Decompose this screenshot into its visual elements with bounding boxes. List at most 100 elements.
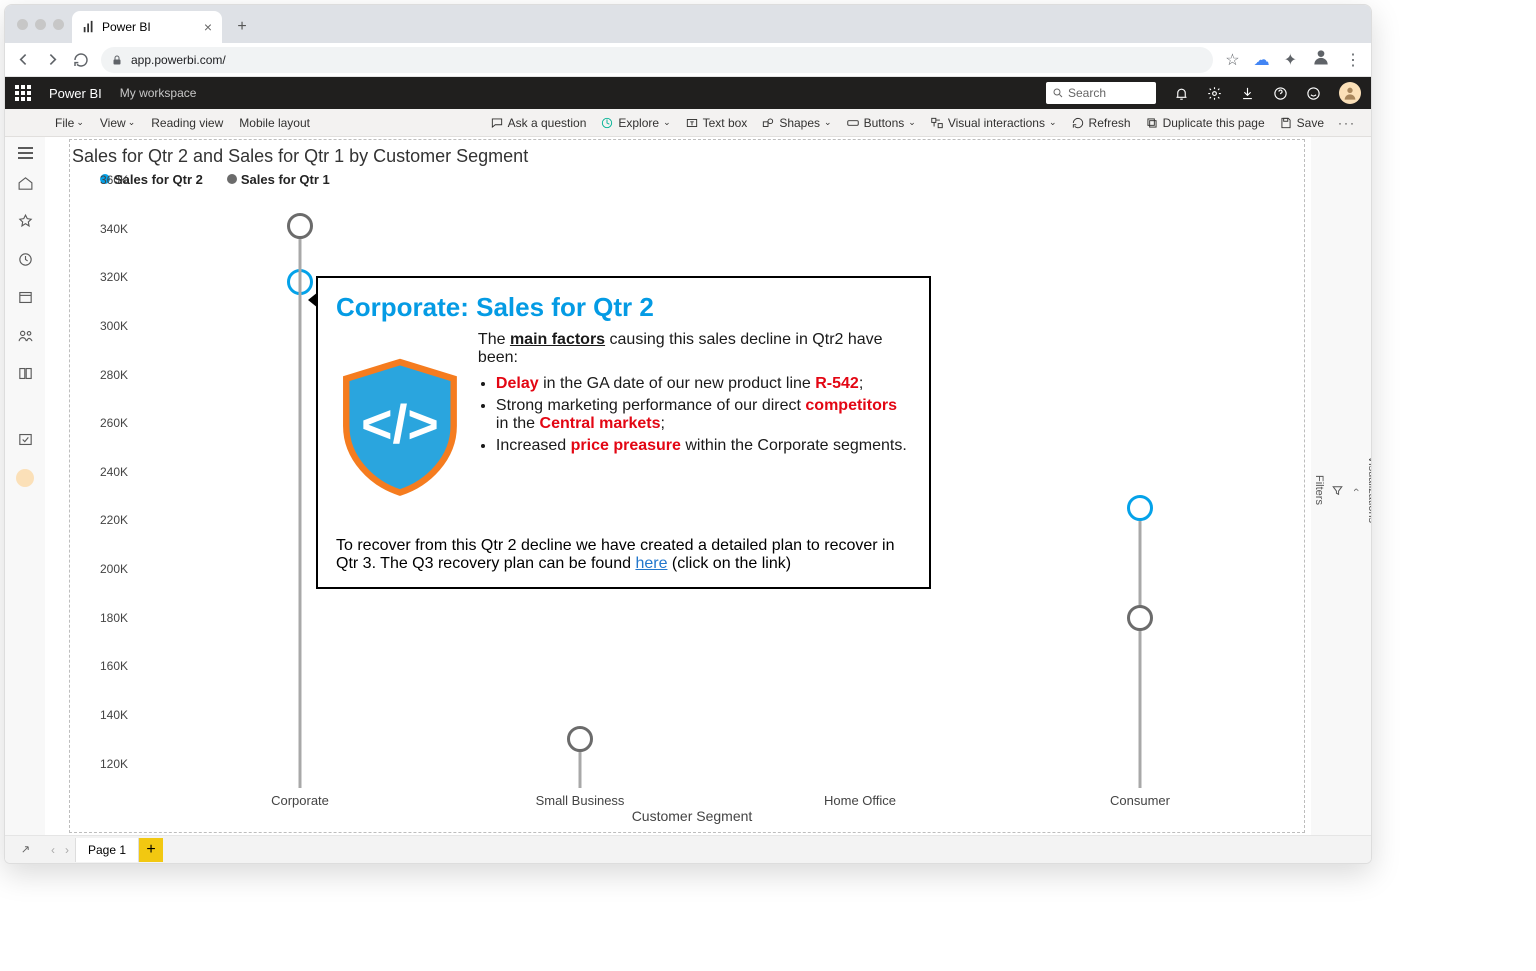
address-bar[interactable]: app.powerbi.com/ (101, 47, 1213, 73)
ask-question-button[interactable]: Ask a question (485, 114, 592, 132)
marker-stem (299, 226, 302, 788)
y-tick: 180K (100, 611, 128, 625)
star-icon[interactable]: ☆ (1225, 50, 1239, 70)
url-text: app.powerbi.com/ (131, 53, 226, 67)
browser-ext-icons: ☆ ☁ ✦ ⋮ (1225, 47, 1361, 72)
y-tick: 220K (100, 513, 128, 527)
close-icon[interactable]: × (204, 19, 212, 35)
visual-interactions-button[interactable]: Visual interactions ⌄ (925, 114, 1062, 132)
refresh-button[interactable]: Refresh (1066, 114, 1136, 132)
chart-title: Sales for Qtr 2 and Sales for Qtr 1 by C… (70, 140, 1304, 169)
y-tick: 120K (100, 757, 128, 771)
browser-toolbar: app.powerbi.com/ ☆ ☁ ✦ ⋮ (5, 43, 1371, 77)
home-icon[interactable] (17, 175, 34, 197)
tooltip-title: Corporate: Sales for Qtr 2 (336, 292, 911, 323)
y-tick: 160K (100, 659, 128, 673)
search-placeholder: Search (1068, 86, 1106, 100)
reload-button[interactable] (73, 52, 89, 68)
y-tick: 360K (100, 173, 128, 187)
mobile-layout[interactable]: Mobile layout (233, 114, 316, 132)
visualizations-panel[interactable]: ‹Visualizations (1364, 145, 1372, 835)
y-tick: 300K (100, 319, 128, 333)
settings-icon[interactable] (1207, 86, 1222, 101)
notifications-icon[interactable] (1174, 86, 1189, 101)
reading-view[interactable]: Reading view (145, 114, 229, 132)
recent-icon[interactable] (17, 251, 34, 273)
recovery-plan-link[interactable]: here (635, 555, 667, 572)
explore-button[interactable]: Explore ⌄ (595, 114, 675, 132)
tooltip-text: The main factors causing this sales decl… (478, 331, 911, 521)
page-nav[interactable]: ‹› (45, 843, 75, 857)
y-tick: 280K (100, 368, 128, 382)
duplicate-page-button[interactable]: Duplicate this page (1140, 114, 1270, 132)
shield-icon: </> (336, 331, 464, 521)
help-icon[interactable] (1273, 86, 1288, 101)
visual-container[interactable]: Sales for Qtr 2 and Sales for Qtr 1 by C… (69, 139, 1305, 833)
buttons-button[interactable]: Buttons ⌄ (841, 114, 921, 132)
y-tick: 240K (100, 465, 128, 479)
profile-icon[interactable] (1311, 47, 1331, 72)
search-input[interactable]: Search (1046, 82, 1156, 104)
tooltip-footer: To recover from this Qtr 2 decline we ha… (336, 537, 911, 573)
favorites-icon[interactable] (17, 213, 34, 235)
save-button[interactable]: Save (1274, 114, 1329, 132)
browser-tab-active[interactable]: Power BI × (72, 11, 222, 43)
y-tick: 340K (100, 222, 128, 236)
marker-qtr1[interactable] (1127, 605, 1153, 631)
pbi-top-bar: Power BI My workspace Search (5, 77, 1371, 109)
app-launcher-icon[interactable] (15, 85, 31, 101)
new-tab-button[interactable]: + (228, 13, 256, 41)
marker-qtr1[interactable] (287, 213, 313, 239)
shared-icon[interactable] (17, 327, 34, 349)
more-button[interactable]: ··· (1333, 114, 1361, 132)
browser-tab-strip: Power BI × + (5, 5, 1371, 43)
product-name[interactable]: Power BI (49, 86, 102, 101)
report-canvas[interactable]: Sales for Qtr 2 and Sales for Qtr 1 by C… (45, 137, 1311, 835)
y-tick: 200K (100, 562, 128, 576)
x-axis-label: Customer Segment (632, 808, 753, 824)
x-tick: Consumer (1110, 793, 1170, 808)
view-menu[interactable]: View ⌄ (94, 114, 141, 132)
my-workspace-icon[interactable] (16, 469, 34, 487)
avatar[interactable] (1339, 82, 1361, 104)
ribbon: File ⌄ View ⌄ Reading view Mobile layout… (5, 109, 1371, 137)
browser-window: Power BI × + app.powerbi.com/ ☆ ☁ ✦ ⋮ Po… (4, 4, 1372, 864)
workspace-name[interactable]: My workspace (120, 86, 197, 100)
marker-qtr2[interactable] (1127, 495, 1153, 521)
window-controls[interactable] (13, 5, 72, 43)
feedback-icon[interactable] (1306, 86, 1321, 101)
svg-text:</>: </> (361, 395, 439, 455)
cloud-icon[interactable]: ☁ (1254, 50, 1270, 70)
chart-icon (82, 20, 96, 34)
page-tab-bar: ‹› Page 1 + (5, 835, 1371, 863)
x-tick: Home Office (824, 793, 896, 808)
file-menu[interactable]: File ⌄ (49, 114, 90, 132)
expand-icon[interactable] (5, 843, 45, 856)
marker-stem (1139, 618, 1142, 788)
tooltip-card: Corporate: Sales for Qtr 2 </> The main … (316, 276, 931, 589)
tab-title: Power BI (102, 20, 151, 34)
workspaces-icon[interactable] (17, 365, 34, 387)
filters-panel[interactable]: ‹Filters (1311, 145, 1364, 835)
page-tab-1[interactable]: Page 1 (75, 838, 139, 862)
left-nav (5, 137, 45, 835)
x-tick: Small Business (536, 793, 625, 808)
right-panels: ‹Filters ‹Visualizations ‹Fields (1311, 137, 1371, 835)
text-box-button[interactable]: Text box (680, 114, 753, 132)
hamburger-icon[interactable] (18, 147, 33, 159)
lock-icon (111, 54, 123, 66)
puzzle-icon[interactable]: ✦ (1284, 50, 1297, 70)
download-icon[interactable] (1240, 86, 1255, 101)
y-tick: 140K (100, 708, 128, 722)
marker-stem (1139, 508, 1142, 617)
data-icon[interactable] (17, 431, 34, 453)
add-page-button[interactable]: + (139, 838, 163, 862)
forward-button[interactable] (44, 51, 61, 68)
kebab-icon[interactable]: ⋮ (1345, 50, 1361, 70)
apps-icon[interactable] (17, 289, 34, 311)
back-button[interactable] (15, 51, 32, 68)
x-tick: Corporate (271, 793, 329, 808)
marker-qtr1[interactable] (567, 726, 593, 752)
shapes-button[interactable]: Shapes ⌄ (756, 114, 836, 132)
y-tick: 260K (100, 416, 128, 430)
